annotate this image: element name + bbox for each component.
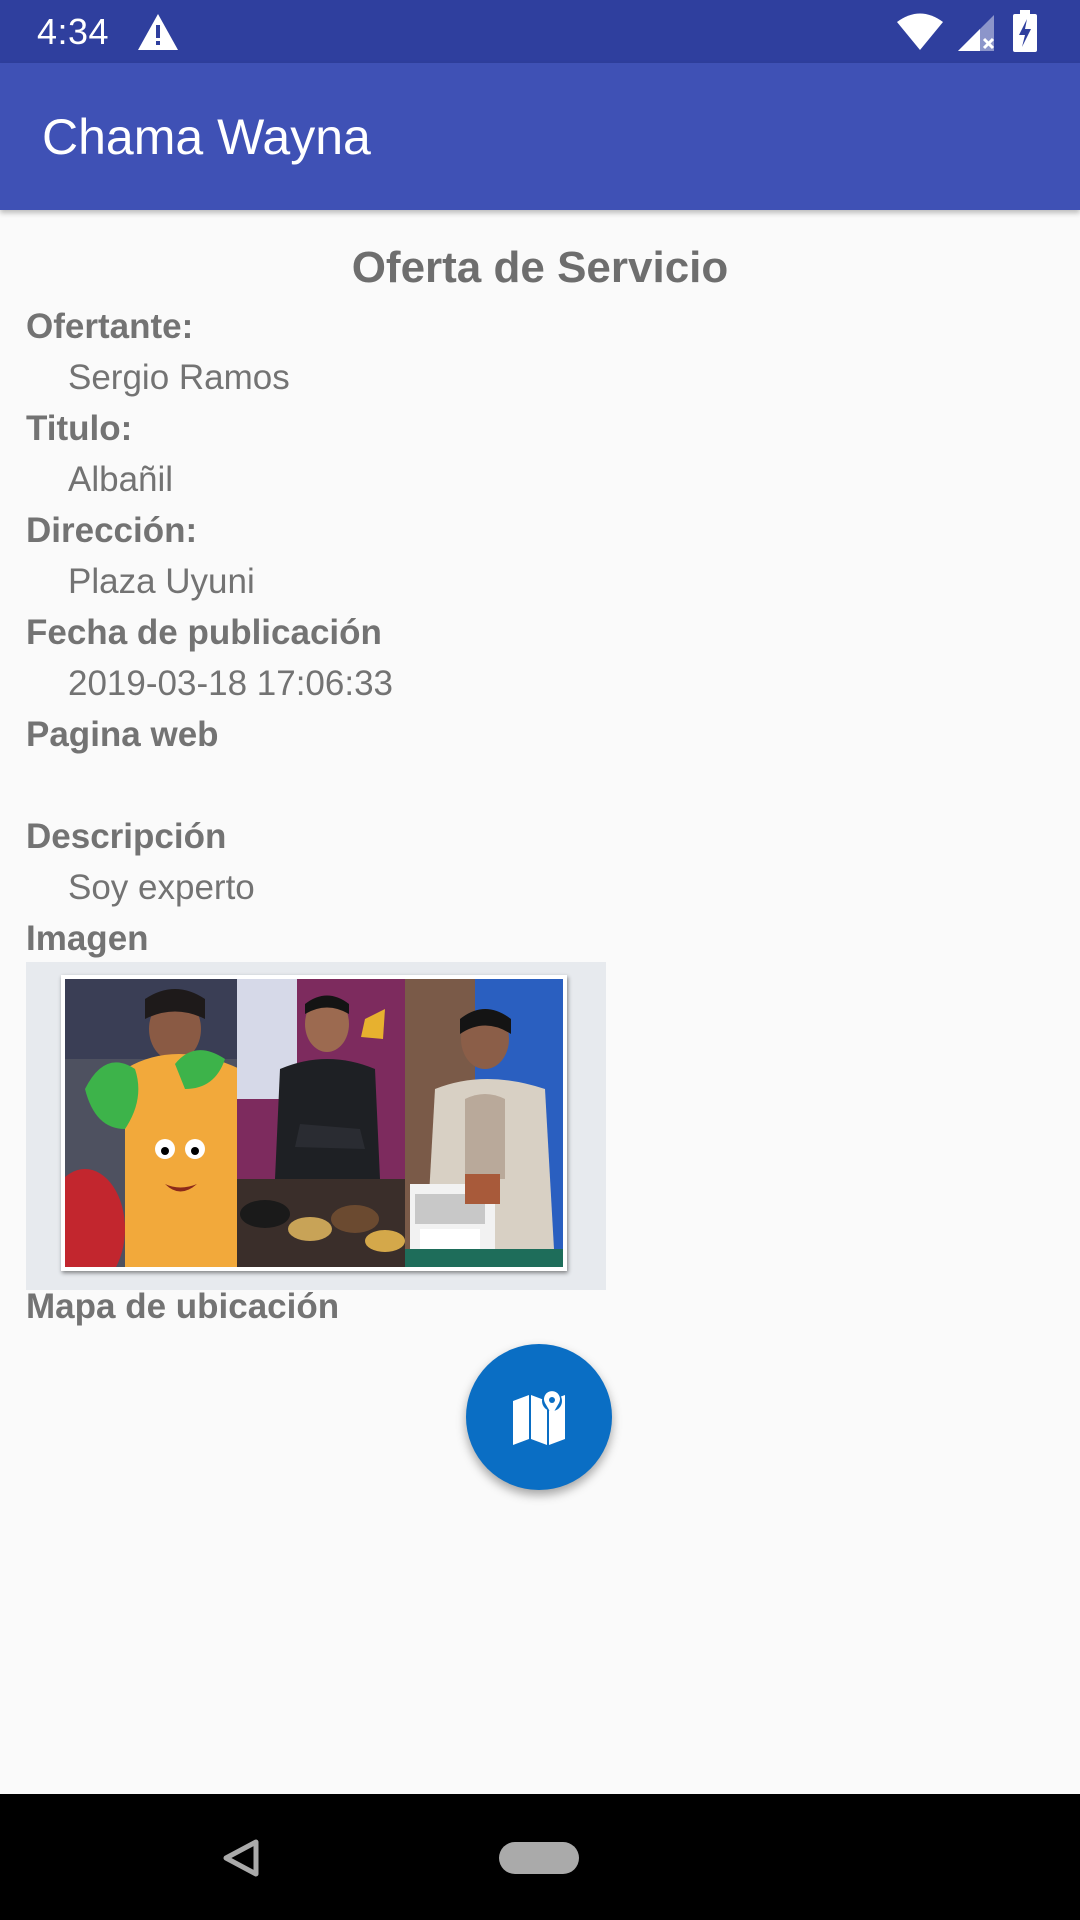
signal-icon bbox=[958, 15, 995, 51]
offer-image bbox=[61, 975, 567, 1271]
address-label: Dirección: bbox=[26, 511, 198, 550]
offerer-label: Ofertante: bbox=[26, 307, 194, 346]
service-offer-content: Oferta de Servicio Ofertante: Sergio Ram… bbox=[0, 210, 1080, 1794]
publication-date-value: 2019-03-18 17:06:33 bbox=[68, 664, 393, 703]
battery-icon bbox=[1013, 10, 1037, 52]
image-label: Imagen bbox=[26, 919, 149, 958]
map-location-button[interactable] bbox=[466, 1344, 612, 1490]
offer-image-frame bbox=[26, 962, 606, 1290]
title-label: Titulo: bbox=[26, 409, 133, 448]
page-heading: Oferta de Servicio bbox=[351, 243, 729, 292]
app-bar: Chama Wayna bbox=[0, 63, 1080, 210]
publication-date-label: Fecha de publicación bbox=[26, 613, 382, 652]
address-value: Plaza Uyuni bbox=[68, 562, 255, 601]
app-title: Chama Wayna bbox=[42, 109, 371, 165]
back-icon[interactable] bbox=[222, 1838, 260, 1878]
website-label: Pagina web bbox=[26, 715, 219, 754]
home-icon[interactable] bbox=[499, 1842, 579, 1874]
map-icon bbox=[513, 1391, 565, 1445]
map-label: Mapa de ubicación bbox=[26, 1287, 340, 1326]
warning-icon bbox=[138, 14, 178, 50]
screen: 4:34 Chama Wayna Oferta de Servicio Ofer… bbox=[0, 0, 1080, 1920]
wifi-icon bbox=[897, 13, 943, 50]
status-time: 4:34 bbox=[37, 11, 110, 52]
offer-photo-collage bbox=[65, 979, 563, 1267]
offerer-value: Sergio Ramos bbox=[68, 358, 290, 397]
description-label: Descripción bbox=[26, 817, 227, 856]
status-bar: 4:34 bbox=[0, 0, 1080, 63]
title-value: Albañil bbox=[68, 460, 174, 499]
description-value: Soy experto bbox=[68, 868, 255, 907]
